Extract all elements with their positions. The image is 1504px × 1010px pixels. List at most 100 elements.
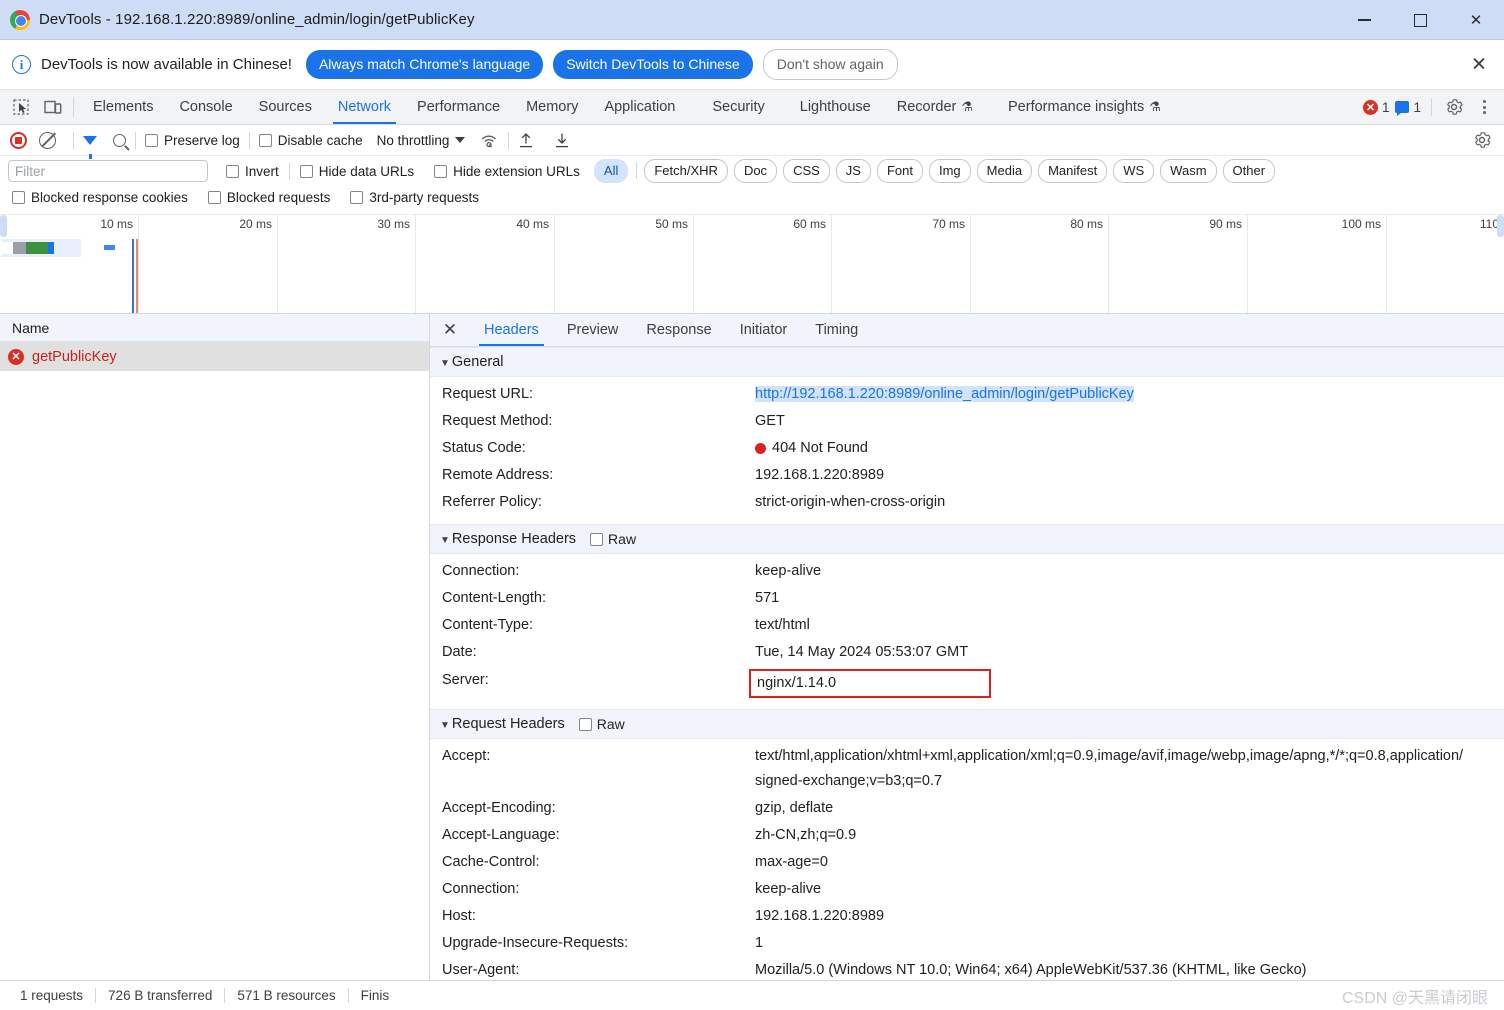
header-key: Host: — [442, 908, 476, 924]
throttling-select[interactable]: No throttling — [377, 133, 466, 148]
disable-cache-checkbox[interactable]: Disable cache — [258, 133, 363, 148]
section-response-headers-header[interactable]: ▼ Response Headers Raw — [430, 524, 1504, 554]
hide-extension-urls-checkbox[interactable]: Hide extension URLs — [434, 164, 580, 179]
more-options-icon[interactable] — [1472, 95, 1496, 119]
request-details-panel: ✕ Headers Preview Response Initiator Tim… — [430, 314, 1504, 980]
status-finish: Finis — [360, 988, 390, 1003]
type-filter-other[interactable]: Other — [1222, 159, 1276, 183]
tab-console[interactable]: Console — [166, 90, 245, 124]
tab-lighthouse[interactable]: Lighthouse — [787, 90, 884, 124]
third-party-requests-checkbox[interactable]: 3rd-party requests — [350, 190, 479, 205]
header-row: Accept-Language: zh-CN,zh;q=0.9 — [430, 822, 1504, 849]
overview-right-handle[interactable] — [1497, 215, 1504, 237]
section-request-headers-header[interactable]: ▼ Request Headers Raw — [430, 709, 1504, 739]
blocked-response-cookies-label: Blocked response cookies — [31, 189, 188, 205]
timeline-tick-label: 40 ms — [516, 217, 549, 231]
type-filter-css[interactable]: CSS — [783, 159, 830, 183]
header-value: 571 — [755, 590, 780, 606]
type-filter-fetch-xhr[interactable]: Fetch/XHR — [644, 159, 728, 183]
kebab-glyph — [1482, 100, 1486, 114]
type-filter-ws[interactable]: WS — [1113, 159, 1155, 183]
header-row: Connection: keep-alive — [430, 558, 1504, 585]
tab-memory[interactable]: Memory — [513, 90, 591, 124]
blocked-requests-label: Blocked requests — [226, 189, 331, 205]
toolbar-divider-4 — [508, 131, 510, 149]
error-count-badge[interactable]: ✕ 1 — [1362, 99, 1389, 115]
type-filter-all[interactable]: All — [593, 159, 629, 183]
tab-recorder[interactable]: Recorder ⚗ — [884, 90, 986, 124]
type-filter-js[interactable]: JS — [835, 159, 871, 183]
header-value[interactable]: http://192.168.1.220:8989/online_admin/l… — [755, 382, 1134, 407]
request-raw-checkbox[interactable]: Raw — [578, 716, 625, 732]
error-document-icon: ✕ — [8, 348, 24, 365]
checkbox-box — [350, 190, 364, 204]
header-value: 1 — [755, 935, 764, 951]
invert-checkbox[interactable]: Invert — [226, 164, 279, 179]
filter-toggle-button[interactable] — [83, 135, 97, 159]
header-key: Content-Length: — [442, 590, 546, 606]
headers-content: ▼ General Request URL: http://192.168.1.2… — [430, 347, 1504, 980]
blocked-response-cookies-checkbox[interactable]: Blocked response cookies — [12, 190, 188, 205]
network-conditions-button[interactable] — [479, 132, 499, 149]
search-icon — [113, 133, 126, 147]
always-match-language-button[interactable]: Always match Chrome's language — [305, 49, 544, 80]
infobar-close-icon[interactable]: ✕ — [1468, 55, 1490, 74]
blocked-requests-checkbox[interactable]: Blocked requests — [207, 189, 331, 205]
tab-security[interactable]: Security — [688, 90, 786, 124]
tab-performance-insights[interactable]: Performance insights ⚗ — [986, 90, 1174, 124]
devtools-tabbar: Elements Console Sources Network Perform… — [0, 90, 1504, 125]
type-filter-font[interactable]: Font — [876, 159, 923, 183]
checkbox-box — [226, 164, 239, 178]
checkbox-box — [207, 190, 221, 204]
details-close-icon[interactable]: ✕ — [430, 314, 470, 346]
hide-data-urls-checkbox[interactable]: Hide data URLs — [299, 164, 414, 179]
third-party-requests-label: 3rd-party requests — [369, 189, 479, 205]
toolbar-divider — [73, 131, 74, 149]
message-count-badge[interactable]: 1 — [1395, 100, 1421, 116]
tab-network[interactable]: Network — [325, 90, 404, 124]
export-har-button[interactable] — [554, 132, 570, 149]
type-filter-doc[interactable]: Doc — [733, 159, 778, 183]
record-button[interactable] — [10, 131, 27, 149]
tab-application[interactable]: Application — [591, 90, 688, 124]
type-filter-img[interactable]: Img — [928, 159, 971, 183]
request-list-header[interactable]: Name — [0, 314, 429, 342]
section-general-header[interactable]: ▼ General — [430, 347, 1504, 377]
type-filter-wasm[interactable]: Wasm — [1160, 159, 1217, 183]
checkbox-box — [299, 164, 313, 178]
checkbox-box — [145, 133, 158, 147]
header-row: Upgrade-Insecure-Requests: 1 — [430, 930, 1504, 957]
tab-performance[interactable]: Performance — [404, 90, 513, 124]
type-filter-manifest[interactable]: Manifest — [1038, 159, 1108, 183]
overview-left-handle[interactable] — [0, 215, 7, 237]
network-overview-timeline[interactable]: 10 ms 20 ms 30 ms 40 ms 50 ms 60 ms 70 m… — [0, 214, 1504, 314]
preserve-log-checkbox[interactable]: Preserve log — [145, 133, 240, 148]
tab-initiator[interactable]: Initiator — [726, 314, 802, 346]
tab-response[interactable]: Response — [632, 314, 725, 346]
filter-input[interactable] — [8, 160, 208, 182]
search-button[interactable] — [113, 133, 126, 147]
timeline-gridline — [1247, 215, 1248, 313]
clear-log-button[interactable] — [39, 131, 56, 149]
tab-elements[interactable]: Elements — [80, 90, 166, 124]
tab-preview[interactable]: Preview — [553, 314, 633, 346]
gear-icon[interactable] — [1442, 95, 1466, 119]
network-settings-gear-icon[interactable] — [1470, 128, 1494, 152]
table-row[interactable]: ✕ getPublicKey — [0, 342, 429, 371]
header-key: Server: — [442, 672, 489, 688]
section-general-title: General — [451, 354, 504, 370]
tab-sources[interactable]: Sources — [246, 90, 325, 124]
import-har-button[interactable] — [518, 132, 534, 149]
tab-headers[interactable]: Headers — [470, 314, 553, 346]
minimize-button[interactable] — [1336, 0, 1392, 40]
tab-timing[interactable]: Timing — [801, 314, 872, 346]
response-raw-checkbox[interactable]: Raw — [590, 531, 636, 547]
switch-to-chinese-button[interactable]: Switch DevTools to Chinese — [553, 49, 753, 80]
dont-show-again-button[interactable]: Don't show again — [762, 48, 898, 81]
type-filter-media[interactable]: Media — [976, 159, 1033, 183]
maximize-button[interactable] — [1392, 0, 1448, 40]
request-url-link[interactable]: http://192.168.1.220:8989/online_admin/l… — [755, 386, 1134, 402]
device-toolbar-icon[interactable] — [42, 96, 64, 118]
inspect-element-icon[interactable] — [10, 96, 32, 118]
close-button[interactable]: ✕ — [1448, 0, 1504, 40]
